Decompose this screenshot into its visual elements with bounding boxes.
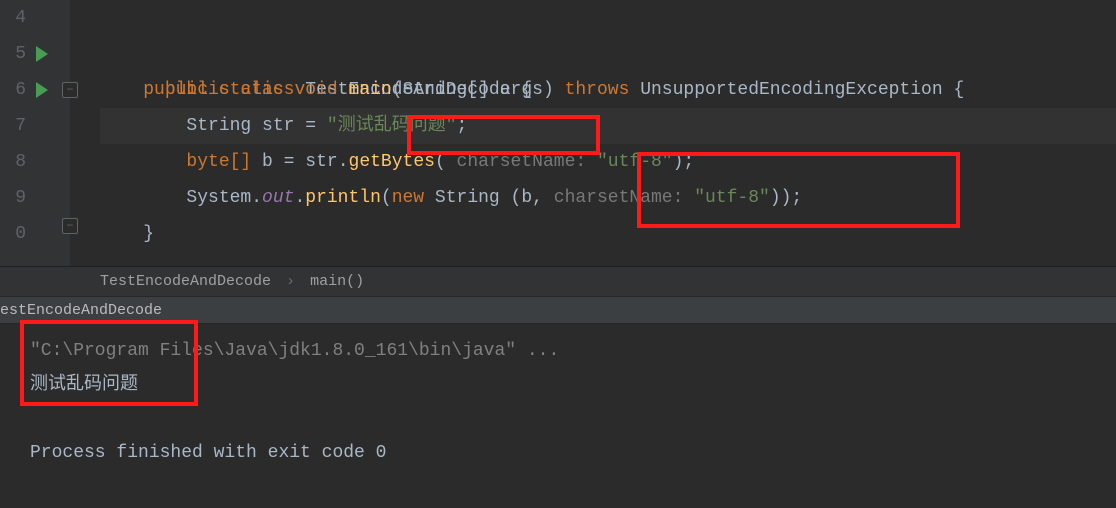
editor-gutter: 4 5 6 − 7 8 9 0 −	[0, 0, 70, 266]
params: (String[] args)	[392, 80, 554, 100]
brace: {	[953, 80, 964, 100]
console-command: "C:\Program Files\Java\jdk1.8.0_161\bin\…	[30, 334, 1116, 368]
semicolon: ;	[457, 116, 468, 136]
console-output[interactable]: "C:\Program Files\Java\jdk1.8.0_161\bin\…	[0, 324, 1116, 508]
string-literal: "utf-8"	[597, 152, 673, 172]
operator: =	[305, 116, 316, 136]
type: byte[]	[186, 152, 251, 172]
variable: str	[262, 116, 294, 136]
breadcrumb-method[interactable]: main()	[310, 273, 364, 290]
static-field: out	[262, 188, 294, 208]
keyword: public	[143, 80, 208, 100]
args: (b,	[511, 188, 554, 208]
obj-ref: System.	[186, 188, 262, 208]
run-tool-header[interactable]: estEncodeAndDecode	[0, 296, 1116, 324]
line-number: 4	[0, 8, 26, 28]
operator: =	[284, 152, 295, 172]
keyword: new	[392, 188, 424, 208]
code-area[interactable]: public class TestEncodeAndDecode { publi…	[70, 0, 1116, 266]
method-call: println	[305, 188, 381, 208]
line-number: 5	[0, 44, 26, 64]
line-number: 0	[0, 224, 26, 244]
string-literal: "测试乱码问题"	[327, 116, 457, 136]
run-gutter-icon[interactable]	[36, 46, 48, 62]
brace: }	[143, 224, 154, 244]
code-editor[interactable]: 4 5 6 − 7 8 9 0 − public class TestEncod…	[0, 0, 1116, 266]
breadcrumb-class[interactable]: TestEncodeAndDecode	[100, 273, 271, 290]
breadcrumb[interactable]: TestEncodeAndDecode › main()	[0, 266, 1116, 296]
method-call: getBytes	[349, 152, 435, 172]
line-number: 9	[0, 188, 26, 208]
console-blank	[30, 402, 1116, 436]
close-paren: );	[673, 152, 695, 172]
expr: str.	[305, 152, 348, 172]
param-hint: charsetName:	[554, 188, 684, 208]
keyword: void	[294, 80, 337, 100]
console-stdout: 测试乱码问题	[30, 368, 1116, 402]
constructor: String	[435, 188, 500, 208]
run-gutter-icon[interactable]	[36, 82, 48, 98]
method-name: main	[349, 80, 392, 100]
line-number: 8	[0, 152, 26, 172]
dot: .	[294, 188, 305, 208]
variable: b	[262, 152, 273, 172]
string-literal: "utf-8"	[694, 188, 770, 208]
line-number: 6	[0, 80, 26, 100]
param-hint: charsetName:	[457, 152, 587, 172]
breadcrumb-separator: ›	[286, 273, 295, 290]
exception-type: UnsupportedEncodingException	[640, 80, 942, 100]
close-paren: ));	[770, 188, 802, 208]
run-config-name: estEncodeAndDecode	[0, 302, 162, 319]
line-number: 7	[0, 116, 26, 136]
keyword: static	[219, 80, 284, 100]
type: String	[186, 116, 251, 136]
console-exit-message: Process finished with exit code 0	[30, 436, 1116, 470]
keyword: throws	[565, 80, 630, 100]
